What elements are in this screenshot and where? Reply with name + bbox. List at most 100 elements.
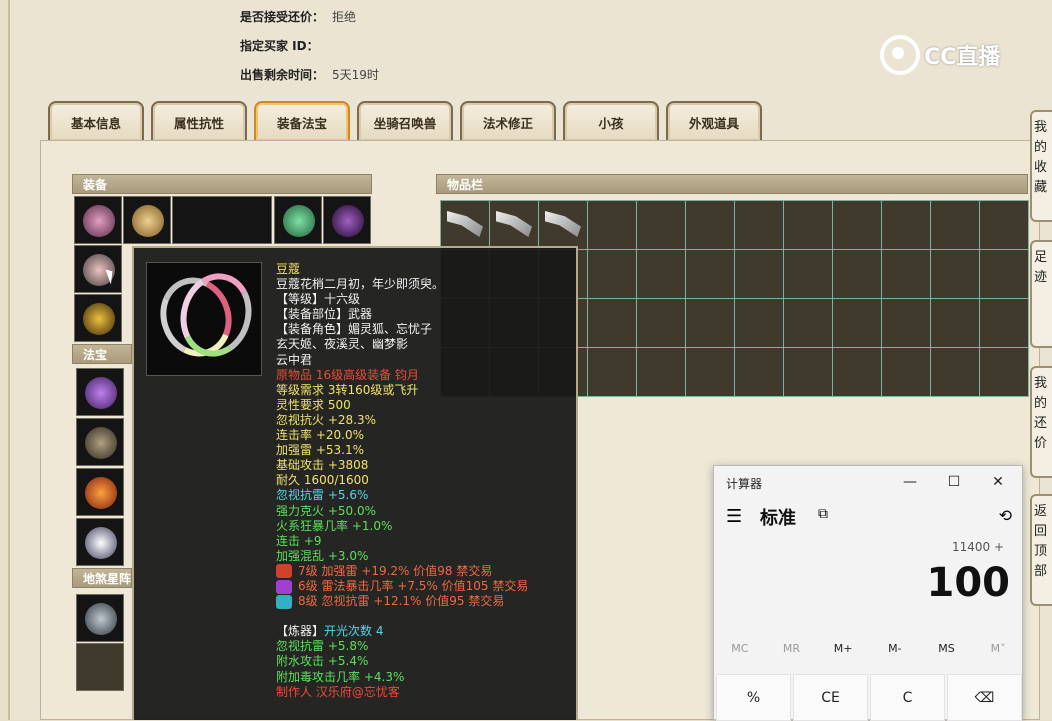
keep-on-top-icon[interactable]: ⧉ xyxy=(818,506,828,522)
tab-equipment[interactable]: 装备法宝 xyxy=(254,101,350,141)
tab-appearance[interactable]: 外观道具 xyxy=(666,101,762,141)
inventory-cell[interactable] xyxy=(833,201,881,249)
axe-icon xyxy=(447,211,483,237)
item-name: 豆蔻 xyxy=(276,262,301,276)
inventory-cell-axe[interactable] xyxy=(490,201,538,249)
tooltip-line: 玄天姬、夜溪灵、幽梦影 xyxy=(276,337,409,352)
backspace-button[interactable]: ⌫ xyxy=(947,674,1022,721)
inventory-cell[interactable] xyxy=(637,348,685,396)
close-button[interactable]: ✕ xyxy=(980,470,1016,494)
inventory-cell[interactable] xyxy=(980,201,1028,249)
minimize-button[interactable]: — xyxy=(892,470,928,494)
maximize-button[interactable]: ☐ xyxy=(936,470,972,494)
star-slot-2[interactable] xyxy=(76,643,124,691)
treasure-header: 法宝 xyxy=(72,344,132,364)
inventory-cell[interactable] xyxy=(784,201,832,249)
tab-attributes[interactable]: 属性抗性 xyxy=(151,101,247,141)
inventory-cell-axe[interactable] xyxy=(441,201,489,249)
inventory-cell[interactable] xyxy=(980,348,1028,396)
hamburger-menu-icon[interactable]: ☰ xyxy=(726,506,742,527)
gem-text: 6级 雷法暴击几率 +7.5% 价值105 禁交易 xyxy=(298,578,529,593)
bird-logo-icon xyxy=(880,35,920,75)
inventory-cell[interactable] xyxy=(735,348,783,396)
inventory-cell[interactable] xyxy=(784,348,832,396)
inventory-cell[interactable] xyxy=(931,201,979,249)
treasure-slot-1[interactable] xyxy=(76,368,124,416)
equip-slot-wide[interactable] xyxy=(172,196,272,244)
inventory-cell[interactable] xyxy=(735,299,783,347)
inventory-cell[interactable] xyxy=(735,201,783,249)
memory-store-button[interactable]: MS xyxy=(921,642,971,655)
inventory-cell[interactable] xyxy=(882,250,930,298)
inventory-cell[interactable] xyxy=(588,201,636,249)
inventory-cell[interactable] xyxy=(833,348,881,396)
inventory-cell[interactable] xyxy=(784,250,832,298)
inventory-cell[interactable] xyxy=(833,299,881,347)
history-icon[interactable]: ⟲ xyxy=(999,506,1012,525)
gem-row: 6级 雷法暴击几率 +7.5% 价值105 禁交易 xyxy=(276,579,528,594)
inventory-cell[interactable] xyxy=(686,299,734,347)
inventory-cell[interactable] xyxy=(833,250,881,298)
gem-text: 8级 忽视抗雷 +12.1% 价值95 禁交易 xyxy=(298,594,505,609)
memory-list-button[interactable]: M˅ xyxy=(973,642,1023,655)
tooltip-line: 【装备角色】媚灵狐、忘忧子 xyxy=(276,322,433,337)
memory-row: MC MR M+ M- MS M˅ xyxy=(714,642,1024,655)
star-slot-1[interactable] xyxy=(76,594,124,642)
inventory-cell[interactable] xyxy=(931,348,979,396)
inventory-cell[interactable] xyxy=(637,201,685,249)
treasure-slot-4[interactable] xyxy=(76,518,124,566)
memory-recall-button[interactable]: MR xyxy=(766,642,816,655)
tab-basic-info[interactable]: 基本信息 xyxy=(48,101,144,141)
remaining-row: 出售剩余时间： 5天19时 xyxy=(240,66,379,83)
equip-slot-shoes[interactable] xyxy=(74,294,122,342)
inventory-cell[interactable] xyxy=(637,299,685,347)
equip-slot-helmet[interactable] xyxy=(74,196,122,244)
tooltip-line: 连击率 +20.0% xyxy=(276,428,364,443)
tab-children[interactable]: 小孩 xyxy=(563,101,659,141)
inventory-cell[interactable] xyxy=(588,250,636,298)
memory-subtract-button[interactable]: M- xyxy=(870,642,920,655)
inventory-cell[interactable] xyxy=(784,299,832,347)
tab-spells[interactable]: 法术修正 xyxy=(460,101,556,141)
inventory-cell[interactable] xyxy=(686,201,734,249)
side-tab-back-to-top[interactable]: 返回顶部 xyxy=(1030,494,1052,606)
inventory-cell[interactable] xyxy=(882,299,930,347)
inventory-cell[interactable] xyxy=(588,299,636,347)
tab-mounts[interactable]: 坐骑召唤兽 xyxy=(357,101,453,141)
treasure-slot-3[interactable] xyxy=(76,468,124,516)
inventory-cell[interactable] xyxy=(882,348,930,396)
inventory-cell[interactable] xyxy=(882,201,930,249)
inventory-cell[interactable] xyxy=(980,250,1028,298)
equip-slot-necklace[interactable] xyxy=(123,196,171,244)
tooltip-line: 忽视抗火 +28.3% xyxy=(276,412,376,427)
maker-line: 制作人 汉乐府@忘忧客 xyxy=(276,684,400,699)
equip-slot-mask[interactable] xyxy=(274,196,322,244)
treasure-slot-2[interactable] xyxy=(76,418,124,466)
inventory-cell[interactable] xyxy=(686,348,734,396)
memory-add-button[interactable]: M+ xyxy=(818,642,868,655)
equip-slot-weapon[interactable] xyxy=(74,245,122,293)
percent-button[interactable]: % xyxy=(716,674,791,721)
inventory-cell[interactable] xyxy=(588,348,636,396)
inventory-cell[interactable] xyxy=(686,250,734,298)
clear-entry-button[interactable]: CE xyxy=(793,674,868,721)
tooltip-line: 加强混乱 +3.0% xyxy=(276,548,369,563)
side-tab-my-bargains[interactable]: 我的还价 xyxy=(1030,366,1052,478)
cc-live-logo: CC直播 xyxy=(880,34,1000,76)
inventory-cell[interactable] xyxy=(931,250,979,298)
inventory-cell[interactable] xyxy=(637,250,685,298)
inventory-cell-axe[interactable] xyxy=(539,201,587,249)
refine-line: 附加毒攻击几率 +4.3% xyxy=(276,669,405,684)
inventory-cell[interactable] xyxy=(980,299,1028,347)
memory-clear-button[interactable]: MC xyxy=(715,642,765,655)
inventory-cell[interactable] xyxy=(735,250,783,298)
buyer-row: 指定买家 ID： xyxy=(240,37,319,54)
tooltip-line: 原物品 16级高级装备 钧月 xyxy=(276,367,419,382)
side-tab-favorites[interactable]: 我的收藏 xyxy=(1030,110,1052,222)
inventory-cell[interactable] xyxy=(931,299,979,347)
gem-row: 8级 忽视抗雷 +12.1% 价值95 禁交易 xyxy=(276,594,528,609)
tooltip-line: 【等级】十六级 xyxy=(276,292,361,307)
side-tab-footprints[interactable]: 足迹 xyxy=(1030,240,1052,348)
clear-button[interactable]: C xyxy=(870,674,945,721)
equip-slot-wing[interactable] xyxy=(323,196,371,244)
